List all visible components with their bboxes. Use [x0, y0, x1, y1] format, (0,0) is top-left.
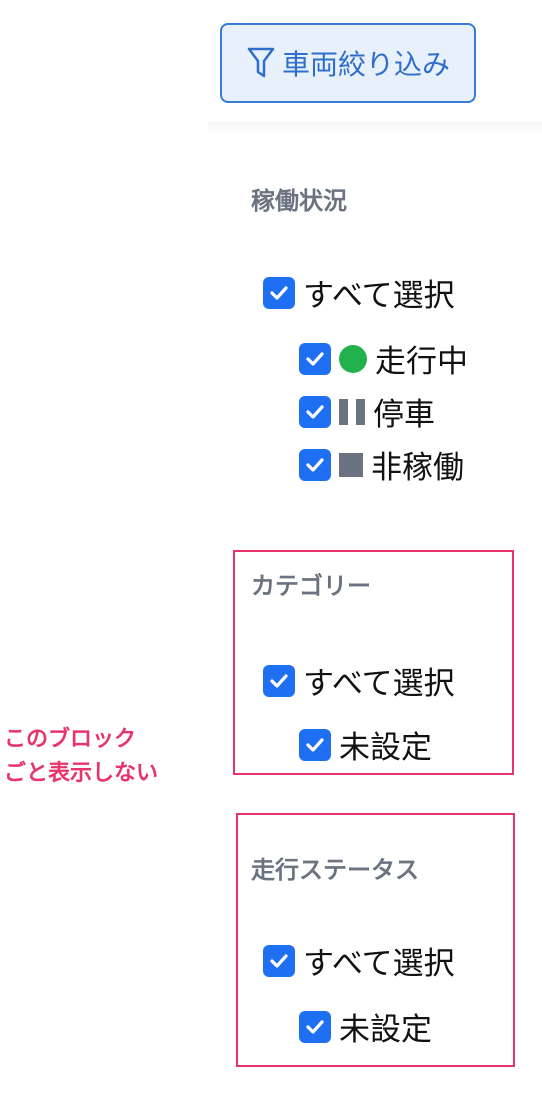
- item-label: 停車: [373, 397, 435, 433]
- checkbox-checked-icon[interactable]: [299, 448, 331, 481]
- select-all-label: すべて選択: [303, 946, 455, 982]
- pause-icon: [339, 398, 365, 425]
- item-label: 走行中: [375, 344, 468, 380]
- select-all-label: すべて選択: [303, 666, 455, 702]
- panel-top-divider: [208, 122, 542, 134]
- funnel-icon: [246, 46, 276, 80]
- select-all-label: すべて選択: [303, 278, 455, 314]
- checkbox-checked-icon[interactable]: [299, 1010, 331, 1043]
- vehicle-filter-button[interactable]: 車両絞り込み: [220, 23, 476, 103]
- category-select-all[interactable]: すべて選択: [263, 658, 455, 703]
- green-dot-icon: [339, 344, 367, 373]
- operation-item-inactive[interactable]: 非稼働: [299, 442, 464, 487]
- item-label: 未設定: [339, 730, 432, 766]
- section-title-driving-status: 走行ステータス: [251, 856, 419, 884]
- checkbox-checked-icon[interactable]: [263, 276, 295, 309]
- checkbox-checked-icon[interactable]: [299, 728, 331, 761]
- annotation-line-1: このブロック: [4, 727, 137, 752]
- section-title-operation-status: 稼働状況: [251, 187, 347, 215]
- section-title-category: カテゴリー: [251, 572, 371, 600]
- checkbox-checked-icon[interactable]: [263, 664, 295, 697]
- driving-status-select-all[interactable]: すべて選択: [263, 938, 455, 983]
- driving-status-item-unset[interactable]: 未設定: [299, 1004, 432, 1049]
- item-label: 未設定: [339, 1012, 432, 1048]
- checkbox-checked-icon[interactable]: [299, 395, 331, 428]
- filter-button-label: 車両絞り込み: [281, 48, 450, 81]
- item-label: 非稼働: [371, 450, 464, 486]
- category-item-unset[interactable]: 未設定: [299, 722, 432, 767]
- annotation-line-2: ごと表示しない: [4, 761, 159, 786]
- checkbox-checked-icon[interactable]: [263, 944, 295, 977]
- gray-square-icon: [339, 452, 363, 477]
- annotation-note: このブロック ごと表示しない: [4, 723, 158, 791]
- checkbox-checked-icon[interactable]: [299, 342, 331, 375]
- operation-item-stopped[interactable]: 停車: [299, 389, 435, 434]
- operation-item-driving[interactable]: 走行中: [299, 336, 468, 381]
- operation-select-all[interactable]: すべて選択: [263, 270, 455, 315]
